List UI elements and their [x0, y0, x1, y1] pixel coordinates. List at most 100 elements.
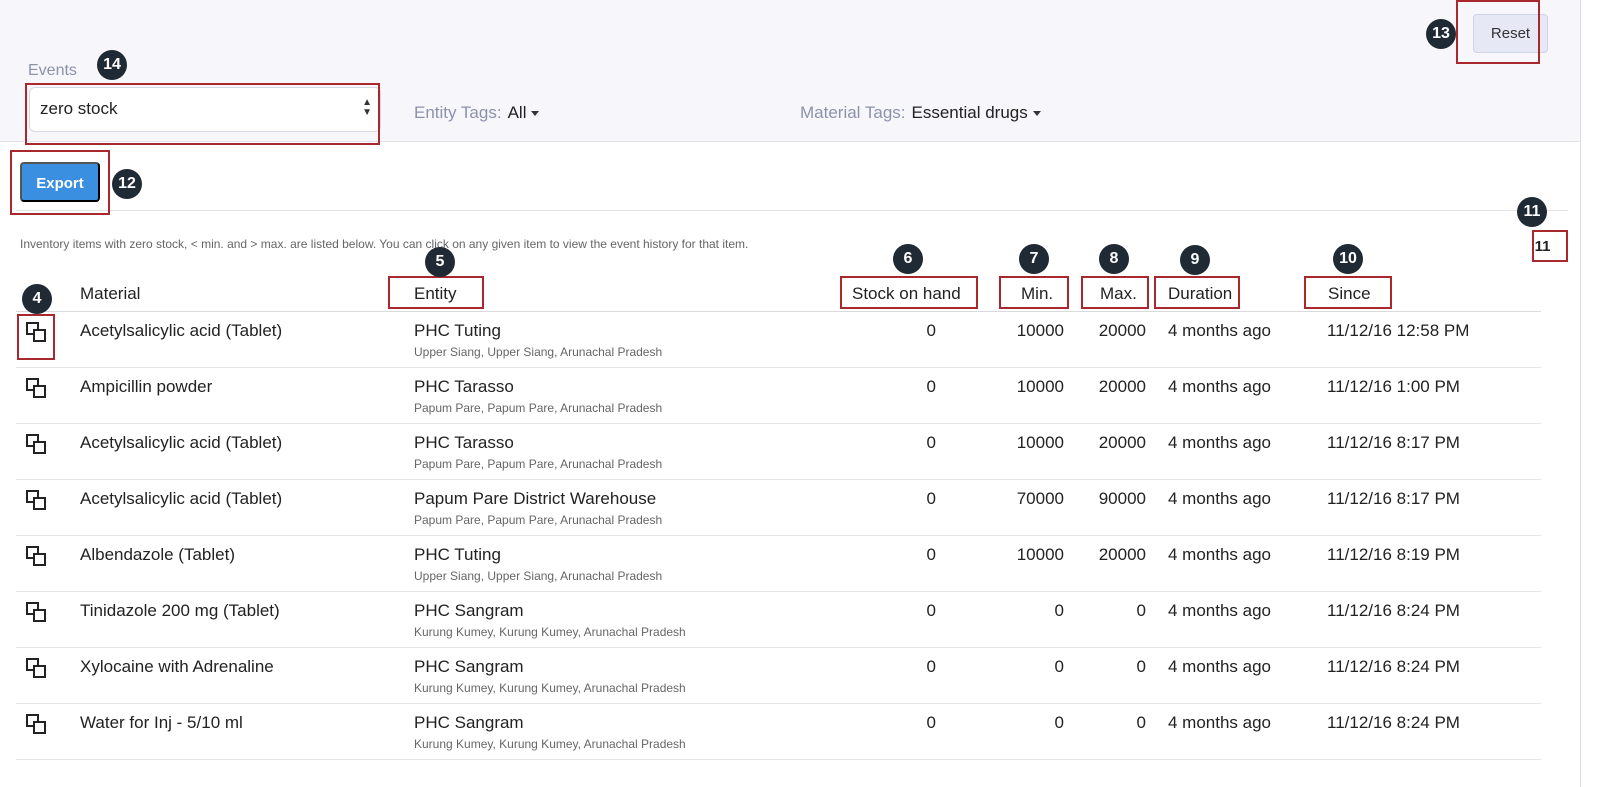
- max-value: 20000: [1098, 377, 1146, 396]
- event-history-icon[interactable]: [24, 432, 48, 456]
- entity-location: Upper Siang, Upper Siang, Arunachal Prad…: [414, 345, 663, 359]
- table-row[interactable]: Xylocaine with Adrenaline PHC Sangram Ku…: [16, 648, 1541, 704]
- material-name[interactable]: Ampicillin powder: [80, 377, 212, 397]
- max-value: 0: [1136, 657, 1146, 676]
- table-row[interactable]: Acetylsalicylic acid (Tablet) PHC Tarass…: [16, 424, 1541, 480]
- min-value: 0: [1054, 713, 1064, 732]
- entity-name[interactable]: PHC Tuting: [414, 321, 501, 341]
- entity-location: Kurung Kumey, Kurung Kumey, Arunachal Pr…: [414, 681, 686, 695]
- table-row[interactable]: Acetylsalicylic acid (Tablet) Papum Pare…: [16, 480, 1541, 536]
- duration: 4 months ago: [1168, 321, 1272, 340]
- callout-box-count: [1532, 230, 1568, 262]
- material-name[interactable]: Acetylsalicylic acid (Tablet): [80, 321, 282, 341]
- entity-tags-filter[interactable]: Entity Tags: All: [414, 103, 540, 123]
- table-row[interactable]: Ampicillin powder PHC Tarasso Papum Pare…: [16, 368, 1541, 424]
- callout-box-reset: [1456, 0, 1540, 64]
- duration: 4 months ago: [1168, 601, 1272, 620]
- max-value: 0: [1136, 601, 1146, 620]
- entity-name[interactable]: Papum Pare District Warehouse: [414, 489, 656, 509]
- duration: 4 months ago: [1168, 545, 1272, 564]
- min-value: 10000: [1016, 545, 1064, 564]
- entity-location: Papum Pare, Papum Pare, Arunachal Prades…: [414, 457, 663, 471]
- entity-tags-label: Entity Tags:: [414, 103, 502, 122]
- callout-box-events: [25, 83, 380, 145]
- material-name[interactable]: Acetylsalicylic acid (Tablet): [80, 433, 282, 453]
- stock-on-hand: 0: [926, 601, 936, 620]
- material-tags-filter[interactable]: Material Tags: Essential drugs: [800, 103, 1041, 123]
- material-name[interactable]: Xylocaine with Adrenaline: [80, 657, 274, 677]
- min-value: 0: [1054, 601, 1064, 620]
- entity-name[interactable]: PHC Tuting: [414, 545, 501, 565]
- max-value: 0: [1136, 713, 1146, 732]
- entity-location: Kurung Kumey, Kurung Kumey, Arunachal Pr…: [414, 737, 686, 751]
- callout-badge: 4: [22, 284, 52, 314]
- entity-location: Papum Pare, Papum Pare, Arunachal Prades…: [414, 401, 663, 415]
- stock-on-hand: 0: [926, 713, 936, 732]
- column-header-material[interactable]: Material: [80, 284, 140, 304]
- duration: 4 months ago: [1168, 489, 1272, 508]
- caret-down-icon: [531, 111, 540, 117]
- callout-badge: 6: [893, 244, 923, 274]
- entity-name[interactable]: PHC Tarasso: [414, 377, 514, 397]
- table-row[interactable]: Albendazole (Tablet) PHC Tuting Upper Si…: [16, 536, 1541, 592]
- entity-location: Kurung Kumey, Kurung Kumey, Arunachal Pr…: [414, 625, 686, 639]
- table-row[interactable]: Tinidazole 200 mg (Tablet) PHC Sangram K…: [16, 592, 1541, 648]
- callout-badge: 14: [97, 50, 127, 80]
- stock-on-hand: 0: [926, 377, 936, 396]
- event-history-icon[interactable]: [24, 544, 48, 568]
- entity-name[interactable]: PHC Sangram: [414, 657, 524, 677]
- entity-location: Papum Pare, Papum Pare, Arunachal Prades…: [414, 513, 663, 527]
- entity-name[interactable]: PHC Tarasso: [414, 433, 514, 453]
- min-value: 10000: [1016, 321, 1064, 340]
- duration: 4 months ago: [1168, 713, 1272, 732]
- since: 11/12/16 8:24 PM: [1327, 713, 1460, 732]
- info-text: Inventory items with zero stock, < min. …: [20, 237, 749, 251]
- stock-on-hand: 0: [926, 545, 936, 564]
- callout-box-stock: [840, 276, 978, 309]
- callout-box-icon: [17, 314, 55, 360]
- material-name[interactable]: Albendazole (Tablet): [80, 545, 235, 565]
- event-history-icon[interactable]: [24, 656, 48, 680]
- right-divider: [1580, 0, 1581, 787]
- min-value: 70000: [1016, 489, 1064, 508]
- event-history-icon[interactable]: [24, 376, 48, 400]
- entity-location: Upper Siang, Upper Siang, Arunachal Prad…: [414, 569, 663, 583]
- callout-badge: 11: [1517, 197, 1547, 227]
- entity-name[interactable]: PHC Sangram: [414, 601, 524, 621]
- callout-badge: 12: [112, 169, 142, 199]
- stock-on-hand: 0: [926, 321, 936, 340]
- entity-name[interactable]: PHC Sangram: [414, 713, 524, 733]
- max-value: 20000: [1098, 545, 1146, 564]
- callout-box-entity: [388, 276, 484, 309]
- event-history-icon[interactable]: [24, 712, 48, 736]
- callout-box-max: [1081, 276, 1149, 309]
- max-value: 20000: [1098, 433, 1146, 452]
- table-row[interactable]: Water for Inj - 5/10 ml PHC Sangram Kuru…: [16, 704, 1541, 760]
- material-name[interactable]: Acetylsalicylic acid (Tablet): [80, 489, 282, 509]
- duration: 4 months ago: [1168, 377, 1272, 396]
- stock-on-hand: 0: [926, 433, 936, 452]
- callout-badge: 8: [1099, 244, 1129, 274]
- caret-down-icon: [1032, 111, 1041, 117]
- event-history-icon[interactable]: [24, 488, 48, 512]
- event-history-icon[interactable]: [24, 600, 48, 624]
- material-tags-value: Essential drugs: [911, 103, 1028, 122]
- min-value: 0: [1054, 657, 1064, 676]
- callout-box-duration: [1154, 276, 1240, 309]
- min-value: 10000: [1016, 433, 1064, 452]
- duration: 4 months ago: [1168, 657, 1272, 676]
- min-value: 10000: [1016, 377, 1064, 396]
- callout-badge: 9: [1180, 245, 1210, 275]
- stock-on-hand: 0: [926, 657, 936, 676]
- entity-tags-value: All: [507, 103, 527, 122]
- callout-badge: 10: [1333, 244, 1363, 274]
- material-name[interactable]: Tinidazole 200 mg (Tablet): [80, 601, 280, 621]
- table-row[interactable]: Acetylsalicylic acid (Tablet) PHC Tuting…: [16, 312, 1541, 368]
- material-name[interactable]: Water for Inj - 5/10 ml: [80, 713, 243, 733]
- since: 11/12/16 1:00 PM: [1327, 377, 1460, 396]
- since: 11/12/16 8:19 PM: [1327, 545, 1460, 564]
- callout-box-since: [1304, 276, 1392, 309]
- callout-badge: 7: [1019, 244, 1049, 274]
- since: 11/12/16 8:24 PM: [1327, 601, 1460, 620]
- callout-badge: 5: [425, 247, 455, 277]
